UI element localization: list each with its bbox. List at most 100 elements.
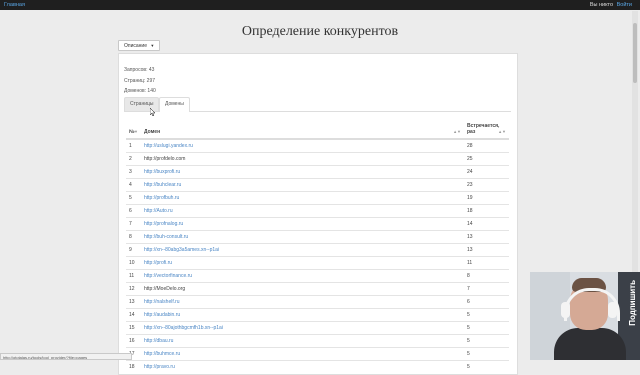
table-row: 5 http://profbuh.ru 19: [126, 191, 509, 205]
table-cell-count: 5: [464, 347, 509, 361]
table-cell-count: 24: [464, 165, 509, 179]
table-row: 18 http://pravo.ru 5: [126, 360, 509, 373]
table-cell-num: 18: [126, 360, 141, 373]
table-row: 12 http://MoeDelo.org 7: [126, 282, 509, 296]
table-cell-count: 19: [464, 191, 509, 205]
table-row: 4 http://buhclear.ru 23: [126, 178, 509, 192]
tabs-bar: Страницы Домены: [124, 97, 511, 112]
table-cell-domain: http://MoeDelo.org: [141, 282, 464, 296]
table-row: 15 http://xn--80ajothbgcmfh1b.xn--p1ai 5: [126, 321, 509, 335]
table-cell-num: 9: [126, 243, 141, 257]
table-cell-count: 18: [464, 204, 509, 218]
mouse-cursor-icon: [150, 108, 156, 116]
table-cell-num: 2: [126, 152, 141, 166]
login-link[interactable]: Войти: [617, 2, 632, 8]
table-cell-num: 15: [126, 321, 141, 335]
table-cell-num: 16: [126, 334, 141, 348]
table-cell-count: 5: [464, 308, 509, 322]
table-cell-num: 5: [126, 191, 141, 205]
table-cell-count: 11: [464, 256, 509, 270]
table-cell-domain[interactable]: http://profbuh.ru: [141, 191, 464, 205]
person-shirt: [554, 328, 626, 360]
table-cell-num: 1: [126, 138, 141, 153]
table-row: 17http://buhmce.ru5: [126, 347, 509, 361]
table-cell-count: 28: [464, 138, 509, 153]
webcam-overlay: Подпишить: [530, 272, 640, 360]
table-cell-count: 5: [464, 360, 509, 373]
column-header-num[interactable]: № ▲▼: [126, 116, 141, 140]
column-header-count[interactable]: Встречается, раз ▲▼: [464, 116, 509, 140]
table-cell-count: 7: [464, 282, 509, 296]
stats-block: Запросов: 43 Страниц: 297 Доменов: 140: [124, 65, 156, 97]
table-row: 11 http://vectorfinance.ru 8: [126, 269, 509, 283]
table-cell-domain[interactable]: http://buhclear.ru: [141, 178, 464, 192]
description-dropdown-button[interactable]: Описание ▼: [118, 40, 161, 51]
home-link[interactable]: Главная: [4, 2, 25, 8]
table-cell-num: 12: [126, 282, 141, 296]
sort-icon: ▲▼: [130, 129, 138, 134]
stats-domains: Доменов: 140: [124, 88, 156, 94]
chevron-down-icon: ▼: [150, 43, 155, 48]
table-cell-num: 11: [126, 269, 141, 283]
table-cell-num: 14: [126, 308, 141, 322]
headphone-cup-left: [561, 302, 570, 318]
table-cell-domain[interactable]: http://pravo.ru: [141, 360, 464, 373]
table-cell-count: 13: [464, 243, 509, 257]
table-row: 2 http://profdelo.com 25: [126, 152, 509, 166]
table-header-row: № ▲▼ Домен ▲▼ Встречается, раз ▲▼: [126, 116, 509, 140]
user-status: Вы никто Войти: [590, 2, 632, 8]
table-row: 9 http://xn--80abg3a5ames.xn--p1ai 13: [126, 243, 509, 257]
results-panel: Запросов: 43 Страниц: 297 Доменов: 140 С…: [118, 53, 518, 375]
table-cell-domain[interactable]: http://uslugi.yandex.ru: [141, 138, 464, 153]
table-cell-num: 10: [126, 256, 141, 270]
table-cell-count: 8: [464, 269, 509, 283]
table-row: 1 http://uslugi.yandex.ru 28: [126, 138, 509, 153]
table-cell-domain[interactable]: http://vectorfinance.ru: [141, 269, 464, 283]
table-cell-num: 7: [126, 217, 141, 231]
domains-table: № ▲▼ Домен ▲▼ Встречается, раз ▲▼ 1 http://u…: [126, 116, 509, 373]
table-cell-count: 25: [464, 152, 509, 166]
table-row: 3 http://buxprofi.ru 24: [126, 165, 509, 179]
table-row: 14 http://audabin.ru 5: [126, 308, 509, 322]
table-cell-domain[interactable]: http://dbau.ru: [141, 334, 464, 348]
stats-queries: Запросов: 43: [124, 67, 155, 73]
stats-pages: Страниц: 297: [124, 77, 156, 84]
description-button-label: Описание: [124, 43, 148, 49]
table-row: 6 http://Auto.ru 18: [126, 204, 509, 218]
table-row: 8 http://buh-consult.ru 13: [126, 230, 509, 244]
scrollbar-thumb[interactable]: [633, 23, 637, 83]
table-cell-domain[interactable]: http://buxprofi.ru: [141, 165, 464, 179]
table-row: 16 http://dbau.ru 5: [126, 334, 509, 348]
table-cell-num: 3: [126, 165, 141, 179]
top-navbar: Главная Вы никто Войти: [0, 0, 640, 10]
headphone-cup-right: [608, 302, 617, 318]
table-cell-domain[interactable]: http://xn--80abg3a5ames.xn--p1ai: [141, 243, 464, 257]
table-cell-count: 14: [464, 217, 509, 231]
table-cell-count: 23: [464, 178, 509, 192]
column-header-domain[interactable]: Домен ▲▼: [141, 116, 464, 140]
table-cell-domain[interactable]: http://buh-consult.ru: [141, 230, 464, 244]
user-status-label: Вы никто: [589, 2, 614, 8]
table-cell-domain: http://profdelo.com: [141, 152, 464, 166]
table-row: 10 http://profi.ru 11: [126, 256, 509, 270]
table-cell-domain[interactable]: http://xn--80ajothbgcmfh1b.xn--p1ai: [141, 321, 464, 335]
table-cell-domain[interactable]: http://profi.ru: [141, 256, 464, 270]
table-cell-num: 4: [126, 178, 141, 192]
table-cell-count: 5: [464, 321, 509, 335]
table-cell-count: 6: [464, 295, 509, 309]
table-cell-domain[interactable]: http://Auto.ru: [141, 204, 464, 218]
tab-domains[interactable]: Домены: [159, 97, 190, 112]
table-cell-num: 6: [126, 204, 141, 218]
table-cell-domain[interactable]: http://audabin.ru: [141, 308, 464, 322]
page-title: Определение конкурентов: [241, 24, 399, 39]
table-cell-num: 8: [126, 230, 141, 244]
table-cell-domain[interactable]: http://nalshelf.ru: [141, 295, 464, 309]
table-cell-count: 5: [464, 334, 509, 348]
sort-icon: ▲▼: [453, 129, 461, 134]
table-cell-domain[interactable]: http://buhmce.ru: [141, 347, 464, 361]
table-row: 13 http://nalshelf.ru 6: [126, 295, 509, 309]
table-row: 7 http://profnalog.ru 14: [126, 217, 509, 231]
table-cell-domain[interactable]: http://profnalog.ru: [141, 217, 464, 231]
table-cell-num: 13: [126, 295, 141, 309]
webcam-sign-text: Подпишить: [628, 280, 637, 326]
